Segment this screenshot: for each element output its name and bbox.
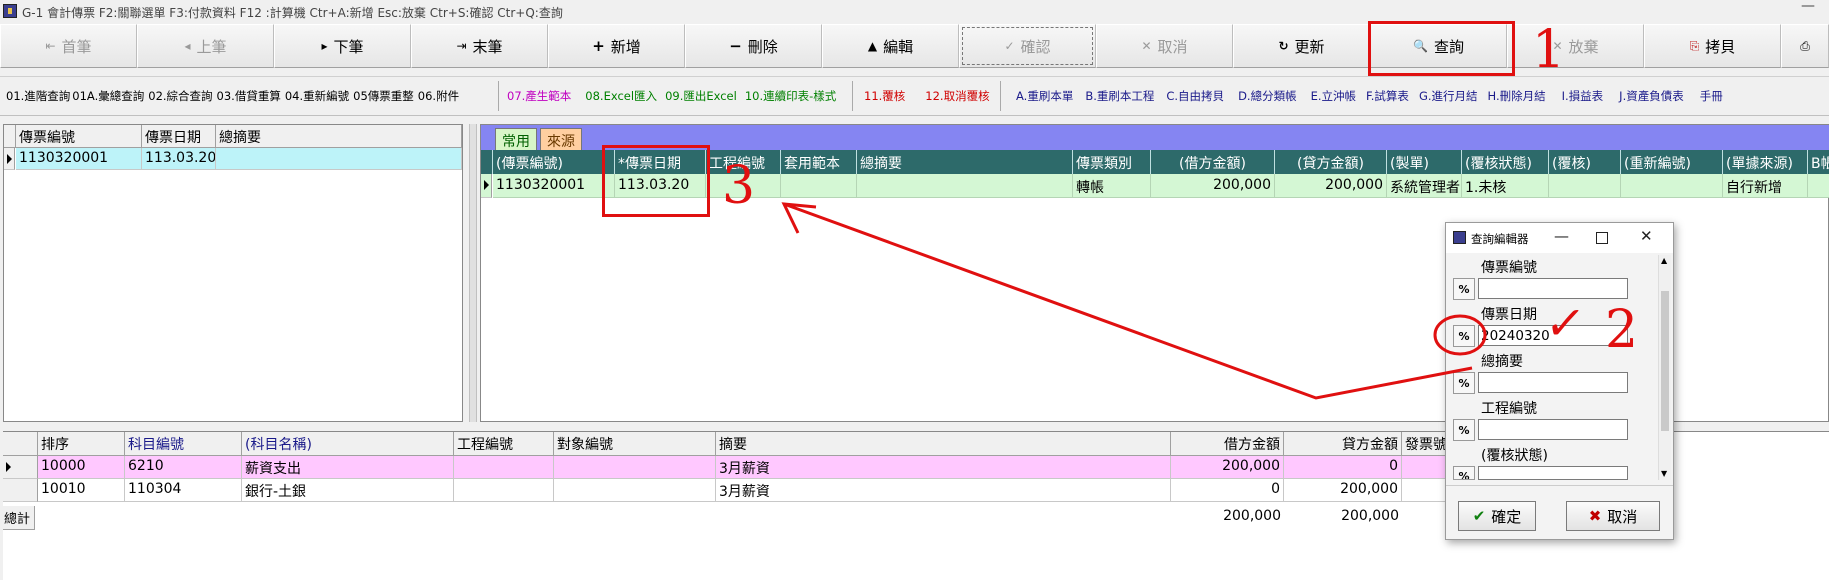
annotation-overlay (781, 202, 1487, 400)
annotation-arrow-line (783, 202, 1473, 400)
annotation-circle-wildcard (1433, 314, 1487, 356)
